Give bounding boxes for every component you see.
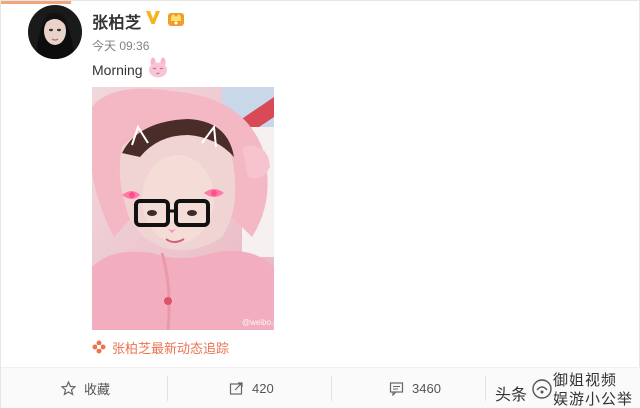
watermark-account-line1: 御姐视频 [553,372,618,389]
post-text: Morning [92,62,143,78]
star-icon [61,380,76,396]
wechat-logo-icon [532,379,552,399]
favorite-button[interactable]: 收藏 [61,368,110,408]
action-divider [167,376,168,401]
verified-v-icon [146,11,160,24]
favorite-label: 收藏 [84,381,111,397]
share-arrow-icon [229,381,243,395]
comment-bubble-icon [389,381,404,396]
pink-bunny-emoji-icon [149,57,167,78]
tracking-link[interactable]: 张柏芝最新动态追踪 [92,338,229,356]
vip-crown-icon[interactable] [167,9,185,27]
tracking-label: 张柏芝最新动态追踪 [112,340,230,356]
comment-count: 3460 [412,380,441,396]
watermark-source: 头条 [495,387,528,404]
post-photo[interactable]: @weibo.com [92,87,274,330]
post-timestamp[interactable]: 今天 09:36 [92,37,149,54]
flower-icon [92,340,106,354]
photo-watermark: @weibo.com [242,318,274,327]
weibo-post-card: 张柏芝 今天 09:36 Morning @weibo. 张柏芝最新动态追踪 收… [0,0,640,408]
action-divider [485,376,486,401]
watermark-account-line2: 娱游小公举 [553,391,634,408]
top-accent-bar [1,1,71,4]
repost-button[interactable]: 420 [229,368,274,408]
comment-button[interactable]: 3460 [389,368,441,408]
avatar[interactable] [28,5,82,59]
action-divider [331,376,332,401]
repost-count: 420 [252,380,274,396]
username[interactable]: 张柏芝 [92,9,142,33]
